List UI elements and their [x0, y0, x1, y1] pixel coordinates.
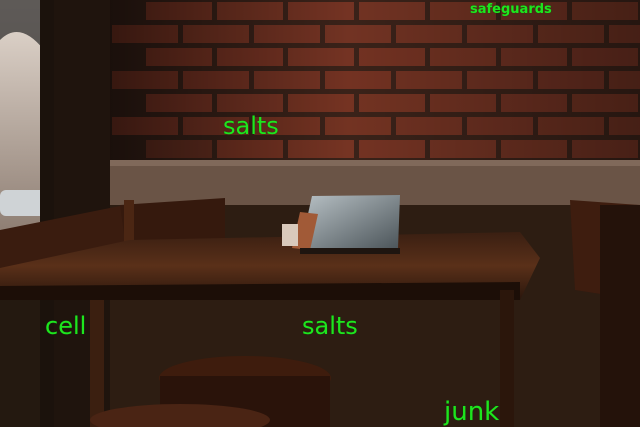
object-label: safeguards [470, 2, 552, 17]
object-label: salts [302, 312, 358, 340]
object-label: salts [223, 112, 279, 140]
object-label: junk [444, 397, 500, 427]
cafe-scene-photo [0, 0, 640, 427]
object-label: cell [45, 312, 87, 340]
